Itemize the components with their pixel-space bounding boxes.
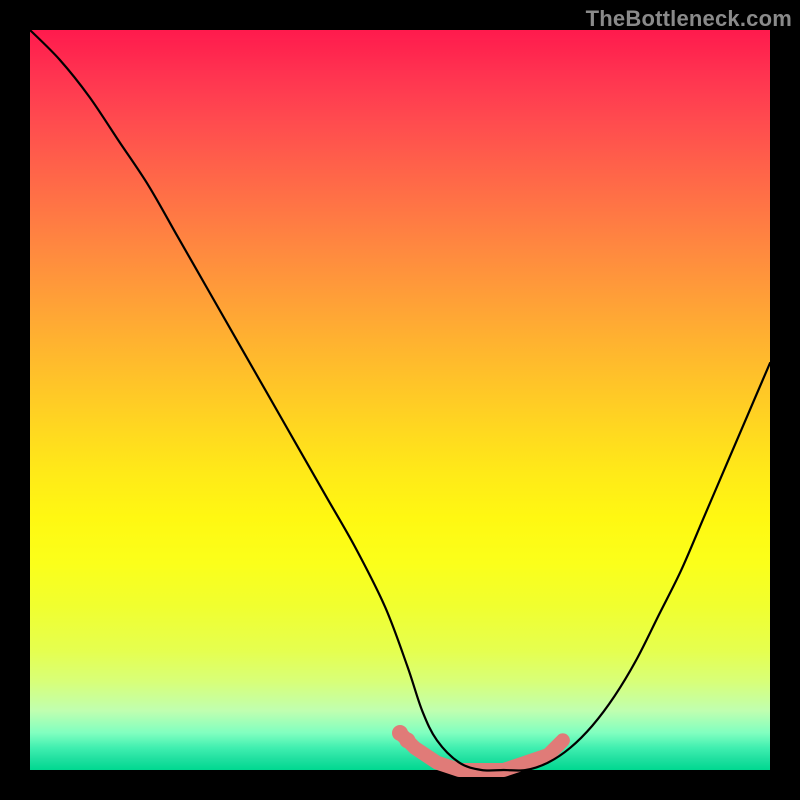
plot-area — [30, 30, 770, 770]
highlight-series — [392, 725, 563, 770]
watermark-label: TheBottleneck.com — [586, 6, 792, 32]
bottleneck-curve — [30, 30, 770, 771]
chart-svg — [30, 30, 770, 770]
bottleneck-chart: TheBottleneck.com — [0, 0, 800, 800]
